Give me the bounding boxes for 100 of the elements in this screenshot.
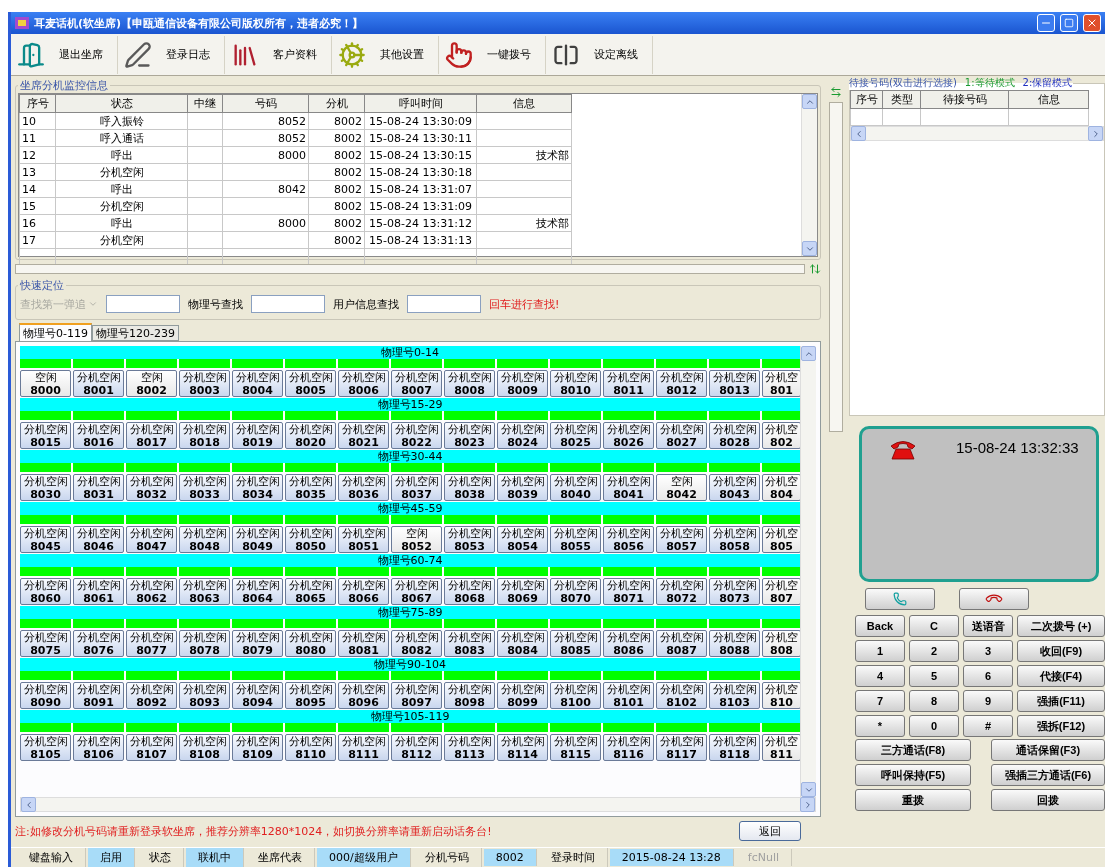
extension-button[interactable]: 分机空闲 8094 [232, 682, 283, 709]
extension-button[interactable]: 分机空 802 [762, 422, 800, 449]
extension-button[interactable]: 分机空闲 8063 [179, 578, 230, 605]
extension-button[interactable]: 分机空闲 8056 [603, 526, 654, 553]
extension-button[interactable]: 分机空闲 8020 [285, 422, 336, 449]
answer-button[interactable] [865, 588, 935, 610]
extension-button[interactable]: 分机空闲 8085 [550, 630, 601, 657]
column-header[interactable]: 序号 [19, 94, 56, 113]
toolbar-button[interactable]: 一键拨号 [439, 35, 546, 74]
tab[interactable]: 物理号120-239 [91, 325, 179, 341]
extension-button[interactable]: 分机空闲 8102 [656, 682, 707, 709]
extension-button[interactable]: 分机空闲 8064 [232, 578, 283, 605]
extension-button[interactable]: 分机空闲 8025 [550, 422, 601, 449]
keypad-button[interactable]: 强插(F11) [1017, 690, 1105, 712]
keypad-button[interactable]: 9 [963, 690, 1013, 712]
scrollbar[interactable] [850, 126, 1104, 141]
extension-button[interactable]: 分机空闲 8081 [338, 630, 389, 657]
scrollbar[interactable] [20, 797, 816, 812]
extension-button[interactable]: 分机空闲 8039 [497, 474, 548, 501]
extension-button[interactable]: 分机空闲 8008 [444, 370, 495, 397]
extension-button[interactable]: 空闲 8042 [656, 474, 707, 501]
extension-button[interactable]: 分机空闲 8105 [20, 734, 71, 761]
extension-button[interactable]: 分机空 805 [762, 526, 800, 553]
extension-button[interactable]: 分机空闲 8030 [20, 474, 71, 501]
extension-button[interactable]: 分机空闲 8071 [603, 578, 654, 605]
extension-button[interactable]: 分机空闲 8031 [73, 474, 124, 501]
extension-button[interactable]: 分机空闲 8103 [709, 682, 760, 709]
extension-button[interactable]: 分机空闲 8076 [73, 630, 124, 657]
function-button[interactable]: 回拨 [991, 789, 1105, 811]
extension-button[interactable]: 分机空闲 8012 [656, 370, 707, 397]
keypad-button[interactable]: 送语音 [963, 615, 1013, 637]
keypad-button[interactable]: 7 [855, 690, 905, 712]
extension-button[interactable]: 分机空闲 8107 [126, 734, 177, 761]
extension-button[interactable]: 分机空 807 [762, 578, 800, 605]
extension-button[interactable]: 分机空闲 8032 [126, 474, 177, 501]
extension-button[interactable]: 分机空 811 [762, 734, 800, 761]
extension-button[interactable]: 分机空闲 8066 [338, 578, 389, 605]
column-header[interactable]: 号码 [222, 94, 309, 113]
extension-button[interactable]: 分机空闲 8118 [709, 734, 760, 761]
extension-button[interactable]: 分机空闲 8109 [232, 734, 283, 761]
extension-button[interactable]: 分机空闲 8003 [179, 370, 230, 397]
extension-button[interactable]: 分机空闲 8057 [656, 526, 707, 553]
extension-button[interactable]: 分机空闲 8073 [709, 578, 760, 605]
function-button[interactable]: 呼叫保持(F5) [855, 764, 971, 786]
toolbar-button[interactable]: 设定离线 [546, 35, 653, 74]
column-header[interactable]: 序号 [850, 90, 883, 109]
extension-button[interactable]: 分机空闲 8016 [73, 422, 124, 449]
extension-button[interactable]: 分机空闲 8096 [338, 682, 389, 709]
extension-button[interactable]: 分机空闲 8019 [232, 422, 283, 449]
extension-button[interactable]: 分机空 810 [762, 682, 800, 709]
minimize-button[interactable] [1037, 14, 1055, 32]
back-button[interactable]: 返回 [739, 821, 801, 841]
extension-button[interactable]: 分机空 804 [762, 474, 800, 501]
keypad-button[interactable]: 4 [855, 665, 905, 687]
extension-button[interactable]: 分机空闲 8116 [603, 734, 654, 761]
input-field[interactable] [106, 295, 180, 313]
extension-button[interactable]: 分机空闲 8080 [285, 630, 336, 657]
column-header[interactable]: 信息 [1008, 90, 1089, 109]
maximize-button[interactable] [1060, 14, 1078, 32]
extension-button[interactable]: 分机空闲 8033 [179, 474, 230, 501]
keypad-button[interactable]: 3 [963, 640, 1013, 662]
keypad-button[interactable]: C [909, 615, 959, 637]
column-header[interactable]: 信息 [476, 94, 572, 113]
extension-button[interactable]: 分机空闲 8021 [338, 422, 389, 449]
extension-button[interactable]: 分机空闲 8070 [550, 578, 601, 605]
scrollbar[interactable] [800, 346, 816, 797]
tab[interactable]: 物理号0-119 [19, 323, 92, 341]
splitter[interactable] [829, 102, 843, 432]
extension-button[interactable]: 分机空闲 8024 [497, 422, 548, 449]
extension-button[interactable]: 分机空闲 8077 [126, 630, 177, 657]
keypad-button[interactable]: 5 [909, 665, 959, 687]
extension-button[interactable]: 分机空闲 8018 [179, 422, 230, 449]
extension-button[interactable]: 分机空闲 8006 [338, 370, 389, 397]
extension-button[interactable]: 分机空闲 8043 [709, 474, 760, 501]
extension-button[interactable]: 分机空闲 8015 [20, 422, 71, 449]
swap-arrows-icon[interactable] [809, 263, 821, 275]
extension-button[interactable]: 分机空闲 8069 [497, 578, 548, 605]
extension-button[interactable]: 分机空闲 8005 [285, 370, 336, 397]
keypad-button[interactable]: 1 [855, 640, 905, 662]
extension-button[interactable]: 分机空闲 8049 [232, 526, 283, 553]
keypad-button[interactable]: 0 [909, 715, 959, 737]
extension-button[interactable]: 分机空闲 8058 [709, 526, 760, 553]
close-button[interactable] [1083, 14, 1101, 32]
extension-button[interactable]: 空闲 8002 [126, 370, 177, 397]
extension-button[interactable]: 分机空闲 8087 [656, 630, 707, 657]
extension-button[interactable]: 分机空闲 8110 [285, 734, 336, 761]
extension-button[interactable]: 分机空闲 8112 [391, 734, 442, 761]
extension-button[interactable]: 分机空闲 8017 [126, 422, 177, 449]
extension-button[interactable]: 分机空闲 8035 [285, 474, 336, 501]
extension-button[interactable]: 分机空闲 8054 [497, 526, 548, 553]
extension-button[interactable]: 分机空闲 8099 [497, 682, 548, 709]
hang-up-button[interactable] [959, 588, 1029, 610]
extension-button[interactable]: 分机空闲 8113 [444, 734, 495, 761]
extension-button[interactable]: 分机空 801 [762, 370, 800, 397]
extension-button[interactable]: 分机空闲 8034 [232, 474, 283, 501]
extension-button[interactable]: 分机空闲 8010 [550, 370, 601, 397]
extension-button[interactable]: 分机空闲 8078 [179, 630, 230, 657]
keypad-button[interactable]: 代接(F4) [1017, 665, 1105, 687]
extension-button[interactable]: 分机空闲 8106 [73, 734, 124, 761]
function-button[interactable]: 强插三方通话(F6) [991, 764, 1105, 786]
